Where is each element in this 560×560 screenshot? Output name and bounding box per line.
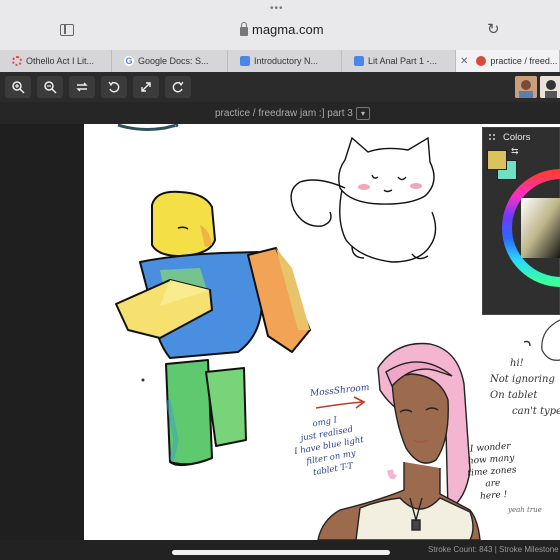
- document-title: practice / freedraw jam :] part 3: [215, 108, 353, 119]
- undo-icon[interactable]: [101, 76, 127, 98]
- magma-toolbar: [0, 72, 560, 102]
- tab-google-docs[interactable]: G Google Docs: S...: [112, 50, 228, 72]
- url-text: magma.com: [252, 22, 324, 37]
- tab-label: Othello Act I Lit...: [26, 56, 95, 66]
- drag-handle-icon[interactable]: [489, 134, 498, 143]
- handwritten-line: can't type: [512, 406, 560, 417]
- primary-color-swatch[interactable]: [487, 150, 507, 170]
- blush-stroke: [358, 184, 370, 190]
- handwritten-line: Not ignoring: [490, 374, 555, 385]
- handwritten-wonder: I wonder how many time zones are here !: [454, 440, 530, 505]
- cat-drawing: [290, 136, 437, 263]
- stroke: [523, 340, 531, 347]
- magma-icon: [476, 56, 487, 66]
- screen: ••• magma.com ↻ Othello Act I Lit... G G…: [0, 0, 560, 560]
- address-bar[interactable]: magma.com: [240, 21, 324, 37]
- home-indicator[interactable]: [172, 550, 390, 555]
- handwritten-line: On tablet: [490, 390, 538, 401]
- tab-lit-anal[interactable]: Lit Anal Part 1 -...: [342, 50, 456, 72]
- user-avatar[interactable]: [515, 76, 537, 98]
- tab-label: Introductory N...: [254, 56, 319, 66]
- stroke: [141, 378, 145, 382]
- redo-icon[interactable]: [165, 76, 191, 98]
- google-icon: G: [124, 56, 134, 66]
- stroke: [387, 469, 397, 480]
- docs-icon: [354, 56, 364, 66]
- blush-stroke: [410, 183, 422, 189]
- zoom-in-icon[interactable]: [5, 76, 31, 98]
- tab-othello[interactable]: Othello Act I Lit...: [0, 50, 112, 72]
- status-text: Stroke Count: 843 | Stroke Milestone: [428, 545, 559, 554]
- swap-icon[interactable]: [69, 76, 95, 98]
- fit-icon[interactable]: [133, 76, 159, 98]
- browser-top-bar: ••• magma.com ↻: [0, 0, 560, 50]
- handwritten-hi: hi! Not ignoring On tablet can't type: [490, 356, 560, 420]
- tab-label: practice / freed...: [490, 56, 558, 66]
- docs-icon: [240, 56, 250, 66]
- arrow-drawing: [315, 396, 366, 409]
- swap-colors-icon[interactable]: ⇆: [511, 146, 519, 157]
- lock-icon: [240, 21, 248, 36]
- tab-introductory[interactable]: Introductory N...: [228, 50, 342, 72]
- document-title-bar: practice / freedraw jam :] part 3 ▾: [0, 102, 560, 124]
- user-avatar[interactable]: [540, 76, 560, 98]
- multitasking-dots[interactable]: •••: [270, 3, 284, 14]
- color-wheel[interactable]: [501, 168, 560, 288]
- colors-panel[interactable]: Colors ⇆: [482, 127, 560, 315]
- document-menu-button[interactable]: ▾: [356, 107, 370, 120]
- stroke: [541, 319, 560, 361]
- reload-icon[interactable]: ↻: [487, 20, 500, 38]
- stroke: [117, 124, 179, 131]
- handwritten-line: hi!: [510, 358, 524, 369]
- spinner-icon: [12, 56, 22, 66]
- handwritten-yeah: yeah true: [508, 506, 542, 514]
- tab-bar: Othello Act I Lit... G Google Docs: S...…: [0, 50, 560, 72]
- zoom-out-icon[interactable]: [37, 76, 63, 98]
- tab-practice[interactable]: ✕ practice / freed...: [456, 50, 560, 72]
- tab-label: Google Docs: S...: [138, 56, 209, 66]
- sidebar-toggle-icon[interactable]: [60, 24, 74, 36]
- left-gutter: [0, 124, 84, 540]
- colors-panel-title: Colors: [503, 132, 531, 143]
- tab-label: Lit Anal Part 1 -...: [368, 56, 438, 66]
- close-tab-icon[interactable]: ✕: [460, 56, 468, 67]
